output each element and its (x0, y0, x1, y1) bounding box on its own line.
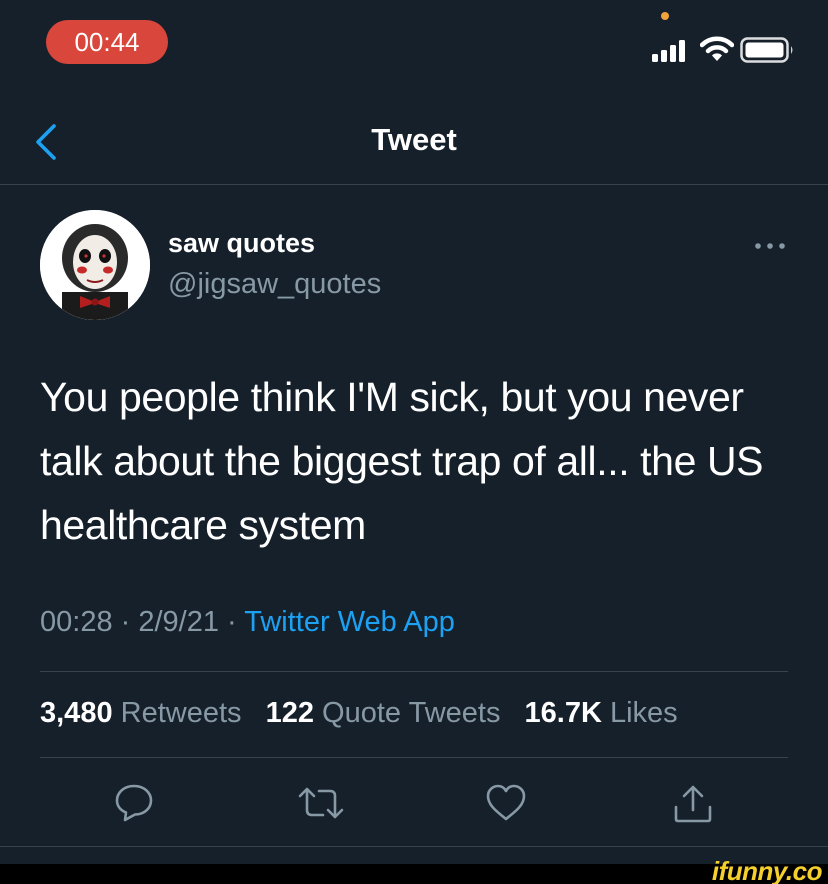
retweet-icon[interactable] (297, 783, 345, 823)
likes-stat[interactable]: 16.7K Likes (525, 697, 694, 729)
more-horizontal-icon[interactable] (754, 242, 786, 250)
likes-count: 16.7K (524, 697, 602, 729)
tweet-meta: 00:28 · 2/9/21 · Twitter Web App (40, 606, 455, 639)
meta-divider (40, 671, 788, 672)
ifunny-watermark: ifunny.co (711, 856, 823, 884)
page-title: Tweet (371, 122, 457, 157)
tweet-date: 2/9/21 (138, 606, 219, 638)
quote-tweets-label: Quote Tweets (322, 697, 501, 729)
tweet-time: 00:28 (40, 606, 113, 638)
heart-icon[interactable] (485, 783, 527, 823)
tweet-source-link[interactable]: Twitter Web App (244, 606, 455, 638)
avatar-image (40, 210, 150, 320)
header-divider (0, 184, 828, 185)
meta-separator: · (112, 606, 139, 638)
battery-icon (740, 37, 793, 63)
wifi-icon (700, 36, 734, 61)
retweets-count: 3,480 (40, 697, 113, 729)
avatar[interactable] (40, 210, 150, 320)
retweets-stat[interactable]: 3,480 Retweets (40, 697, 258, 729)
tweet-text: You people think I'M sick, but you never… (40, 374, 764, 548)
status-time: 00:44 (74, 26, 140, 57)
actions-divider (0, 846, 828, 847)
likes-label: Likes (609, 697, 678, 729)
engagement-stats: 3,480 Retweets 122 Quote Tweets 16.7K Li… (40, 697, 694, 730)
tweet-screen: 00:44 Tweet saw quotes @jigsaw_quotes Yo… (0, 0, 828, 884)
stats-divider (40, 757, 788, 758)
author-display-name[interactable]: saw quotes (168, 228, 315, 259)
quote-tweets-stat[interactable]: 122 Quote Tweets (266, 697, 517, 729)
reply-bubble-icon[interactable] (113, 783, 155, 823)
meta-separator: · (219, 606, 245, 638)
share-icon[interactable] (672, 783, 714, 825)
cellular-signal-icon (652, 40, 685, 62)
privacy-indicator-dot (661, 12, 669, 20)
quote-tweets-count: 122 (265, 697, 314, 729)
retweets-label: Retweets (120, 697, 242, 729)
status-time-pill[interactable]: 00:44 (46, 20, 168, 64)
author-handle[interactable]: @jigsaw_quotes (168, 268, 381, 301)
watermark-bar (0, 864, 828, 884)
